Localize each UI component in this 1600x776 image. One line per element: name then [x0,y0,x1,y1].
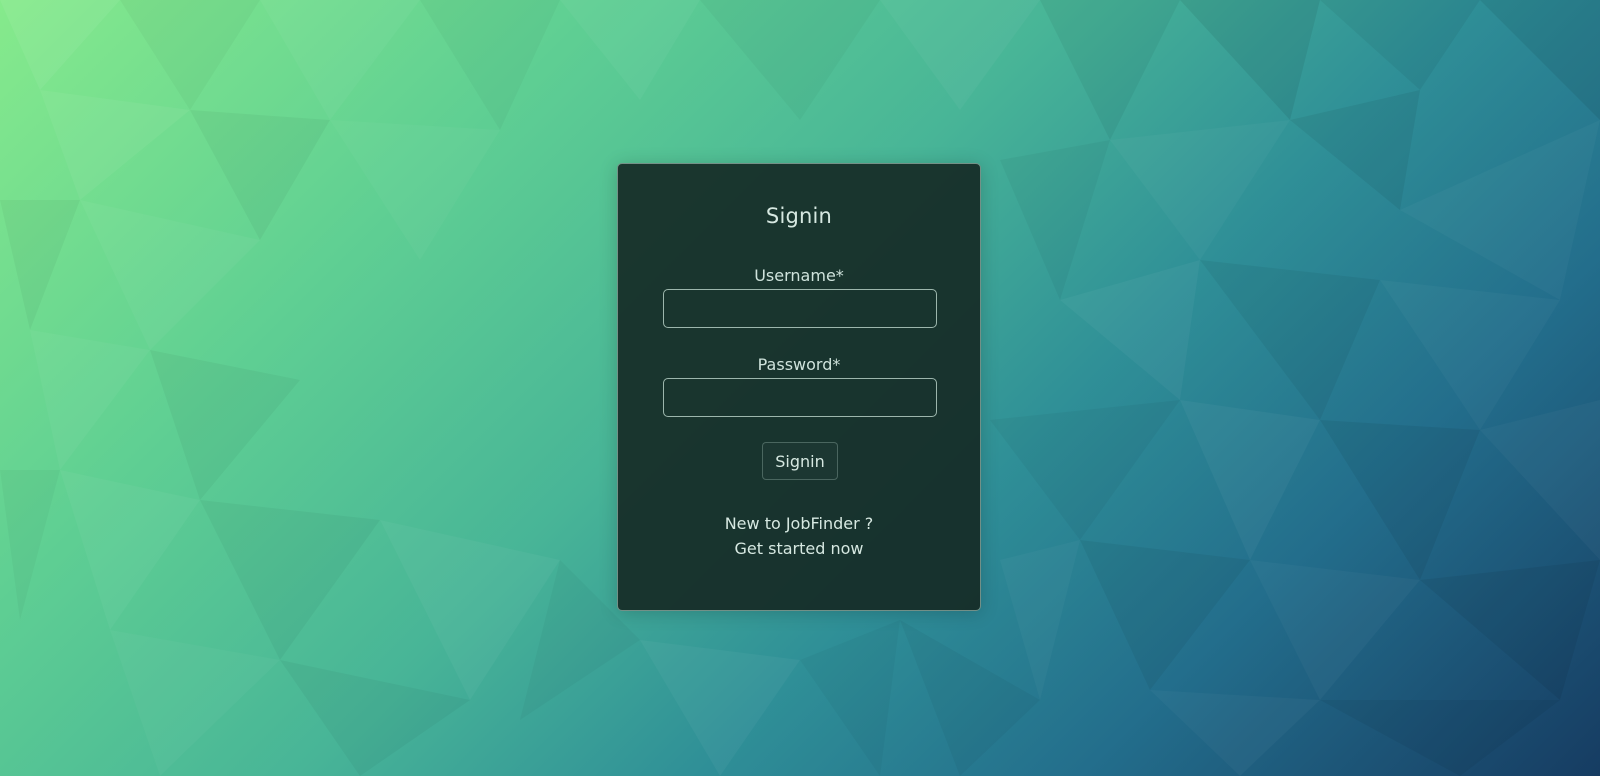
password-label: Password* [757,355,841,374]
signin-button[interactable]: Signin [762,442,838,480]
password-input[interactable] [663,378,937,417]
signin-title: Signin [765,204,833,228]
get-started-link[interactable]: Get started now [618,539,980,558]
new-user-prompt: New to JobFinder ? [724,514,874,533]
username-input[interactable] [663,289,937,328]
signin-card: Signin Username* Password* Signin New to… [617,163,981,611]
username-label: Username* [754,266,844,285]
